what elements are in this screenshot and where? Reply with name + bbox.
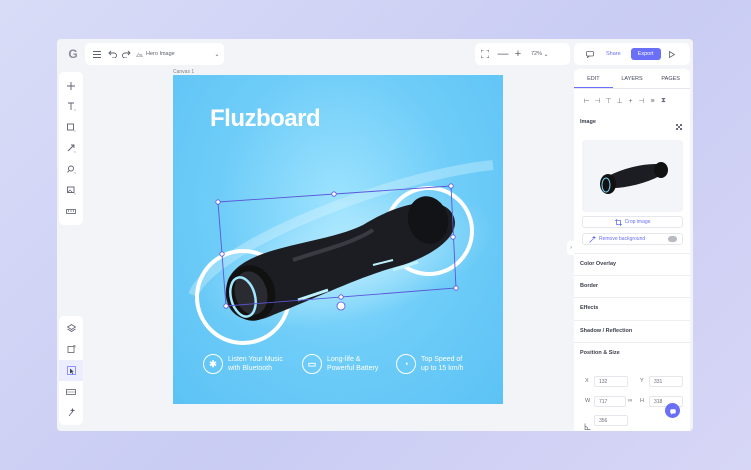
x-label: X [585, 378, 589, 384]
feature-battery-line2: Powerful Battery [327, 365, 379, 372]
zoom-controls: — + 72% ⌄ [475, 43, 570, 65]
tab-layers[interactable]: LAYERS [613, 71, 652, 88]
distribute-v-icon[interactable]: ⧗ [659, 97, 668, 105]
zoom-out-icon[interactable]: — [495, 48, 511, 60]
align-center-v-icon[interactable]: + [626, 98, 635, 105]
align-left-icon[interactable]: ⊢ [582, 97, 591, 105]
position-size-section[interactable]: Position & Size [580, 350, 620, 356]
color-overlay-section[interactable]: Color Overlay [580, 261, 616, 267]
fit-screen-icon[interactable] [475, 50, 495, 58]
align-right-icon[interactable]: ⊣ [637, 97, 646, 105]
text-tool-icon[interactable] [59, 96, 83, 117]
link-ratio-icon[interactable]: ∞ [628, 398, 632, 404]
crop-image-button[interactable]: Crop image [582, 216, 683, 228]
w-label: W [585, 398, 591, 404]
menu-icon[interactable] [89, 50, 105, 58]
image-thumbnail[interactable] [582, 140, 683, 212]
line-tool-icon[interactable] [59, 138, 83, 159]
undo-icon[interactable] [105, 50, 119, 58]
add-icon[interactable] [59, 75, 83, 96]
premium-icon [668, 236, 677, 242]
magic-wand-icon [589, 230, 597, 248]
select-tool-icon[interactable] [59, 360, 83, 381]
rotation-field[interactable]: 356 [594, 415, 628, 426]
align-center-h-icon[interactable]: ⊣ [593, 97, 602, 105]
frame-icon[interactable] [59, 339, 83, 360]
export-button[interactable]: Export [630, 48, 661, 60]
properties-panel: EDIT LAYERS PAGES ⊢ ⊣ ⊤ ⊥ + ⊣ ≡ ⧗ Image [574, 69, 690, 431]
crop-image-label: Crop image [624, 219, 651, 225]
border-section[interactable]: Border [580, 283, 598, 289]
play-icon[interactable] [665, 50, 679, 58]
shadow-reflection-section[interactable]: Shadow / Reflection [580, 328, 632, 334]
image-tool-icon[interactable] [59, 180, 83, 201]
layers-icon[interactable] [59, 318, 83, 339]
width-field[interactable]: 717 [594, 396, 626, 407]
file-menu-group: Hero Image ⌄ [85, 43, 224, 65]
align-top-icon[interactable]: ⊤ [604, 97, 613, 105]
top-bar: G Hero Image ⌄ — + 72% ⌄ Share Export [57, 39, 693, 69]
feature-battery-line1: Long-life & [327, 356, 361, 363]
feature-speed-line1: Top Speed of [421, 356, 463, 363]
distribute-h-icon[interactable]: ≡ [648, 98, 657, 105]
chevron-down-icon[interactable]: ⌄ [210, 51, 224, 58]
crop-icon [614, 213, 622, 231]
magic-icon[interactable] [59, 402, 83, 423]
share-button[interactable]: Share [606, 51, 621, 57]
design-canvas[interactable]: Fluzboard ✱ Listen Your Music with Bluet… [173, 75, 503, 404]
app-logo[interactable]: G [65, 46, 81, 62]
comment-icon[interactable] [580, 50, 600, 58]
rotate-handle-icon [336, 301, 346, 311]
zoom-in-icon[interactable]: + [511, 48, 525, 60]
zoom-level[interactable]: 72% [531, 51, 542, 57]
file-name[interactable]: Hero Image [146, 51, 210, 57]
rectangle-tool-icon[interactable] [59, 117, 83, 138]
remove-background-label: Remove background [599, 236, 646, 242]
chat-icon [669, 402, 676, 420]
feature-battery: ▭ Long-life & Powerful Battery [302, 354, 378, 374]
feature-bluetooth-line2: with Bluetooth [228, 365, 272, 372]
share-group: Share Export [574, 43, 690, 65]
tools-bottom [59, 316, 83, 425]
align-bottom-icon[interactable]: ⊥ [615, 97, 624, 105]
feature-bluetooth-line1: Listen Your Music [228, 356, 283, 363]
panel-tabs: EDIT LAYERS PAGES [574, 71, 690, 89]
more-tools-icon[interactable] [59, 201, 83, 222]
editor-window: G Hero Image ⌄ — + 72% ⌄ Share Export Ca… [57, 39, 693, 431]
h-label: H [640, 398, 644, 404]
file-icon [135, 51, 143, 57]
feature-speed-line2: up to 15 km/h [421, 365, 464, 372]
tab-edit[interactable]: EDIT [574, 71, 613, 88]
zoom-chevron-icon[interactable]: ⌄ [542, 51, 550, 58]
pen-tool-icon[interactable] [59, 159, 83, 180]
x-field[interactable]: 132 [594, 376, 628, 387]
image-section-heading: Image [580, 119, 596, 125]
component-icon[interactable] [59, 381, 83, 402]
bluetooth-icon: ✱ [203, 354, 223, 374]
tools-top [59, 72, 83, 225]
feature-speed: ◔ Top Speed of up to 15 km/h [396, 354, 463, 374]
tab-pages[interactable]: PAGES [651, 71, 690, 88]
y-field[interactable]: 331 [649, 376, 683, 387]
effects-section[interactable]: Effects [580, 305, 598, 311]
checker-icon[interactable] [676, 118, 683, 136]
redo-icon[interactable] [119, 50, 133, 58]
speed-icon: ◔ [396, 354, 416, 374]
feature-bluetooth: ✱ Listen Your Music with Bluetooth [203, 354, 283, 374]
rotation-icon [584, 417, 591, 431]
remove-background-button[interactable]: Remove background [582, 233, 683, 245]
battery-icon: ▭ [302, 354, 322, 374]
chat-support-button[interactable] [665, 403, 680, 418]
alignment-toolbar: ⊢ ⊣ ⊤ ⊥ + ⊣ ≡ ⧗ [574, 89, 690, 107]
y-label: Y [640, 378, 644, 384]
